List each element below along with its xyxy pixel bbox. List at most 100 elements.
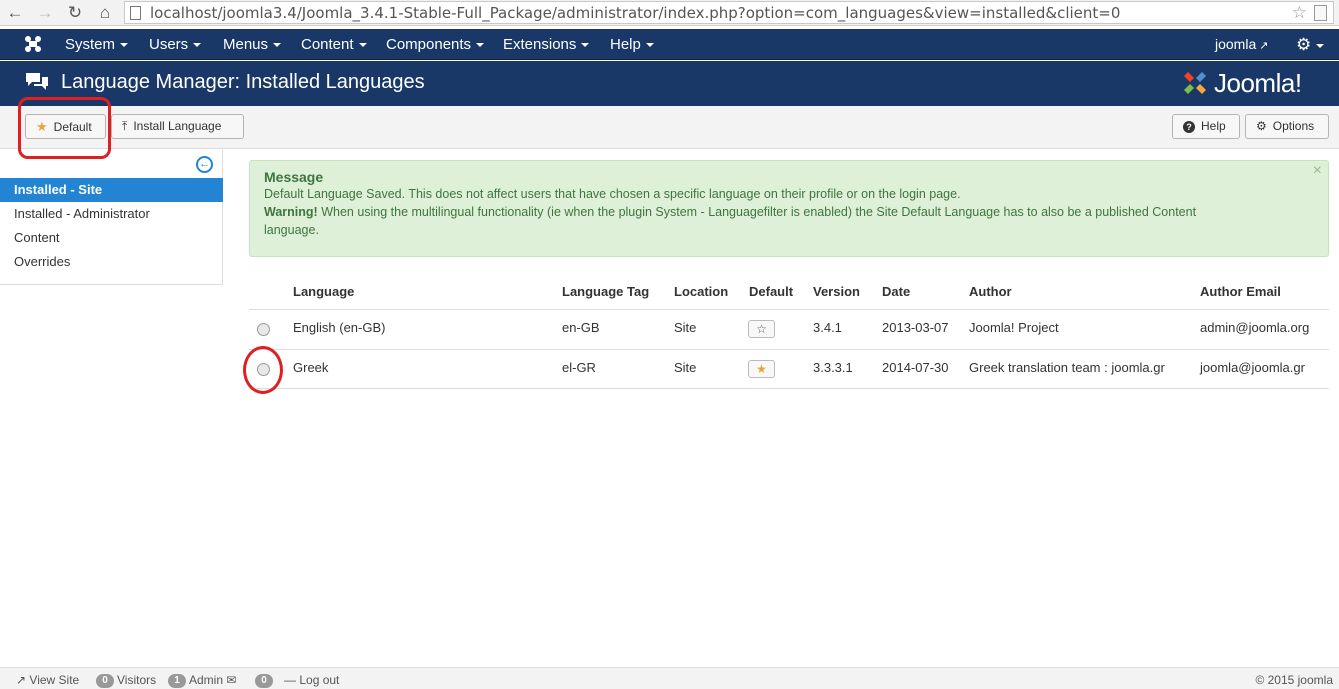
caret-down-icon xyxy=(120,43,129,48)
external-link-icon: ↗ xyxy=(16,673,27,687)
status-bar: ↗ View Site 0 Visitors 1 Admin ✉ 0 — Log o… xyxy=(0,667,1339,689)
user-settings-menu[interactable]: ⚙ xyxy=(1296,29,1325,60)
sidebar-item-installed-site[interactable]: Installed - Site xyxy=(0,178,223,202)
success-message: × Message Default Language Saved. This d… xyxy=(249,160,1329,257)
sidebar-item-installed-administrator[interactable]: Installed - Administrator xyxy=(0,202,223,226)
forward-arrow-icon[interactable]: → xyxy=(34,2,56,24)
joomla-wordmark: Joomla! xyxy=(1214,68,1302,98)
column-header-version[interactable]: Version xyxy=(813,284,860,299)
admin-menu-bar: System Users Menus Content Components Ex… xyxy=(0,29,1339,60)
admin-status: 1 Admin ✉ xyxy=(168,672,236,688)
back-arrow-icon[interactable]: ← xyxy=(4,2,26,24)
bookmark-star-icon[interactable]: ☆ xyxy=(1292,2,1307,24)
joomla-logo-icon[interactable] xyxy=(22,34,44,54)
column-header-location[interactable]: Location xyxy=(674,284,728,299)
language-author: Joomla! Project xyxy=(969,320,1059,335)
collapse-sidebar-icon[interactable]: ← xyxy=(196,156,213,173)
site-link[interactable]: joomla ↗ xyxy=(1215,29,1268,62)
language-tag: en-GB xyxy=(562,320,600,335)
options-button[interactable]: ⚙ Options xyxy=(1245,114,1329,139)
message-heading: Message xyxy=(264,169,324,185)
language-author: Greek translation team : joomla.gr xyxy=(969,360,1165,375)
column-header-language-tag[interactable]: Language Tag xyxy=(562,284,649,299)
language-version: 3.3.3.1 xyxy=(813,360,853,375)
menu-system[interactable]: System xyxy=(65,29,129,60)
menu-extensions[interactable]: Extensions xyxy=(503,29,590,60)
row-select-radio[interactable] xyxy=(257,323,270,336)
annotation-highlight-default-button xyxy=(18,97,111,159)
menu-menus-label: Menus xyxy=(223,36,269,53)
sidebar-item-content[interactable]: Content xyxy=(0,226,223,250)
sidebar: ← Installed - Site Installed - Administr… xyxy=(0,150,223,285)
home-icon[interactable]: ⌂ xyxy=(94,2,116,24)
sidebar-item-overrides[interactable]: Overrides xyxy=(0,250,223,274)
page-title: Language Manager: Installed Languages xyxy=(61,71,425,93)
caret-down-icon xyxy=(273,43,282,48)
language-author-email: joomla@joomla.gr xyxy=(1200,360,1305,375)
caret-down-icon xyxy=(1316,43,1325,48)
star-outline-icon: ☆ xyxy=(756,322,767,336)
set-default-button[interactable]: ☆ xyxy=(748,320,775,338)
gear-icon: ⚙ xyxy=(1256,119,1267,133)
annotation-highlight-greek-radio xyxy=(243,346,283,394)
language-date: 2013-03-07 xyxy=(882,320,949,335)
admin-count-badge: 1 xyxy=(168,673,186,688)
logout-label: Log out xyxy=(299,673,340,687)
column-header-default[interactable]: Default xyxy=(749,284,793,299)
caret-down-icon xyxy=(193,43,202,48)
table-row: English (en-GB) en-GB Site ☆ 3.4.1 2013-… xyxy=(249,309,1329,349)
envelope-icon: ✉ xyxy=(226,673,237,687)
menu-menus[interactable]: Menus xyxy=(223,29,282,60)
language-location: Site xyxy=(674,320,697,335)
browser-toolbar: ← → ↻ ⌂ localhost/joomla3.4/Joomla_3.4.1… xyxy=(0,0,1339,26)
caret-down-icon xyxy=(476,43,485,48)
menu-content[interactable]: Content xyxy=(301,29,367,60)
language-version: 3.4.1 xyxy=(813,320,842,335)
comments-icon xyxy=(26,73,48,90)
menu-users[interactable]: Users xyxy=(149,29,202,60)
language-name: English (en-GB) xyxy=(293,320,386,335)
page-header: Language Manager: Installed Languages Jo… xyxy=(0,61,1339,106)
messages-status[interactable]: 0 xyxy=(255,672,276,688)
minus-icon: — xyxy=(284,673,296,687)
menu-content-label: Content xyxy=(301,36,354,53)
default-language-indicator[interactable]: ★ xyxy=(748,360,775,378)
help-button[interactable]: ? Help xyxy=(1172,114,1240,139)
reload-icon[interactable]: ↻ xyxy=(64,2,86,24)
help-button-label: Help xyxy=(1201,119,1226,133)
gear-icon: ⚙ xyxy=(1296,35,1312,54)
menu-components-label: Components xyxy=(386,36,472,53)
page-icon xyxy=(130,6,141,20)
menu-help-label: Help xyxy=(610,36,641,53)
close-icon[interactable]: × xyxy=(1313,162,1322,180)
view-site-link[interactable]: ↗ View Site xyxy=(16,672,79,688)
messages-count-badge: 0 xyxy=(255,673,273,688)
options-button-label: Options xyxy=(1272,119,1315,133)
logout-link[interactable]: — Log out xyxy=(284,672,339,688)
column-header-language[interactable]: Language xyxy=(293,284,354,299)
question-icon: ? xyxy=(1183,121,1195,133)
column-header-author-email[interactable]: Author Email xyxy=(1200,284,1281,299)
column-header-author[interactable]: Author xyxy=(969,284,1012,299)
admin-label: Admin xyxy=(189,673,224,687)
install-language-button[interactable]: ⤒ Install Language xyxy=(111,114,244,139)
warning-text: When using the multilingual functionalit… xyxy=(321,205,1197,219)
toolbar: ★ Default ⤒ Install Language ? Help ⚙ Option… xyxy=(0,106,1339,149)
language-location: Site xyxy=(674,360,697,375)
install-language-label: Install Language xyxy=(133,119,222,133)
language-author-email: admin@joomla.org xyxy=(1200,320,1310,335)
menu-components[interactable]: Components xyxy=(386,29,485,60)
menu-extensions-label: Extensions xyxy=(503,36,577,53)
page-action-icon[interactable] xyxy=(1314,5,1327,21)
language-name: Greek xyxy=(293,360,329,375)
external-link-icon: ↗ xyxy=(1259,40,1269,52)
menu-users-label: Users xyxy=(149,36,189,53)
visitors-count-badge: 0 xyxy=(96,673,114,688)
site-name: joomla xyxy=(1215,36,1257,52)
address-bar[interactable]: localhost/joomla3.4/Joomla_3.4.1-Stable-… xyxy=(124,1,1334,24)
url-text[interactable]: localhost/joomla3.4/Joomla_3.4.1-Stable-… xyxy=(150,3,1120,23)
language-tag: el-GR xyxy=(562,360,596,375)
column-header-date[interactable]: Date xyxy=(882,284,910,299)
menu-system-label: System xyxy=(65,36,116,53)
menu-help[interactable]: Help xyxy=(610,29,654,60)
